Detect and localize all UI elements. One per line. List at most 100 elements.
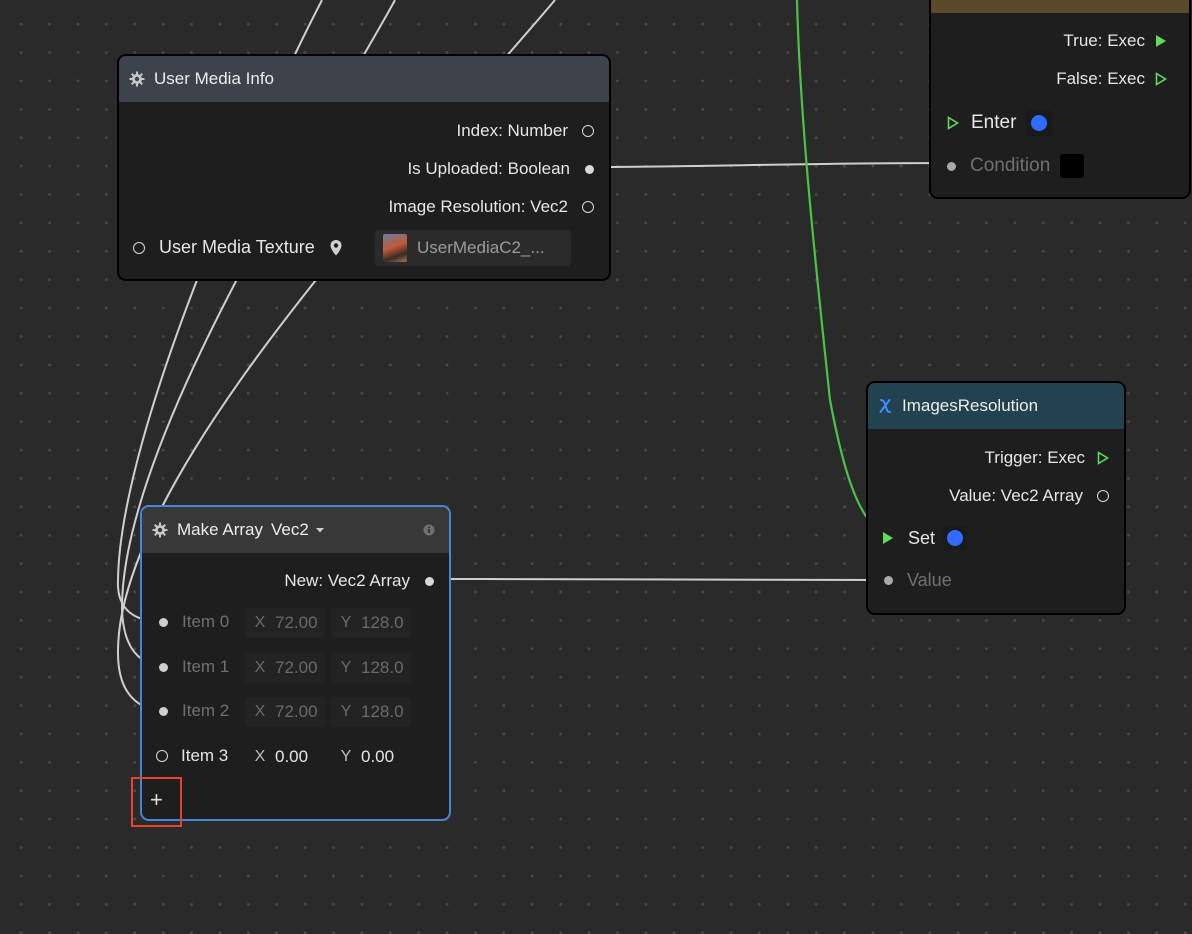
item-1-pin-icon[interactable] bbox=[159, 662, 168, 672]
item-3-x-field[interactable]: X 0.00 bbox=[245, 742, 325, 772]
item-1-x-field[interactable]: X 72.00 bbox=[245, 653, 325, 683]
is-uploaded-output: Is Uploaded: Boolean bbox=[407, 159, 594, 179]
type-dropdown[interactable]: Vec2 bbox=[271, 520, 325, 540]
info-icon[interactable] bbox=[423, 524, 435, 536]
exec-out-hollow-icon[interactable] bbox=[1155, 72, 1167, 86]
set-toggle[interactable] bbox=[943, 526, 968, 550]
item-0-input: Item 0 bbox=[159, 612, 229, 632]
image-resolution-output-pin-icon[interactable] bbox=[582, 201, 594, 213]
chevron-down-icon bbox=[315, 528, 324, 533]
item-3-label: Item 3 bbox=[181, 746, 229, 765]
item-3-input: Item 3 bbox=[156, 746, 228, 766]
make-array-title: Make Array bbox=[177, 520, 263, 539]
item-1-input: Item 1 bbox=[159, 657, 229, 677]
set-input: Set bbox=[882, 526, 968, 550]
image-resolution-output-label: Image Resolution: Vec2 bbox=[388, 197, 568, 216]
item-0-pin-icon[interactable] bbox=[159, 617, 168, 627]
type-dropdown-value: Vec2 bbox=[270, 520, 309, 539]
item-0-y-value: 128.0 bbox=[361, 613, 404, 632]
item-2-pin-icon[interactable] bbox=[159, 706, 168, 716]
y-axis-label: Y bbox=[340, 614, 352, 631]
x-axis-label: X bbox=[254, 614, 266, 631]
texture-value: UserMediaC2_... bbox=[417, 238, 545, 257]
item-2-input: Item 2 bbox=[159, 701, 229, 721]
blue-dot-icon bbox=[1031, 115, 1048, 131]
y-axis-label: Y bbox=[340, 703, 352, 720]
index-output: Index: Number bbox=[456, 121, 594, 141]
trigger-exec-label: Trigger: Exec bbox=[984, 448, 1085, 467]
blue-dot-icon bbox=[947, 530, 964, 546]
item-2-label: Item 2 bbox=[182, 701, 230, 720]
user-media-texture-label: User Media Texture bbox=[159, 237, 315, 257]
enter-label: Enter bbox=[971, 112, 1017, 133]
condition-input: Condition bbox=[947, 154, 1085, 178]
item-3-x-value: 0.00 bbox=[275, 747, 309, 766]
item-2-y-field[interactable]: Y 128.0 bbox=[331, 697, 411, 727]
images-resolution-title: ImagesResolution bbox=[902, 396, 1039, 415]
condition-checkbox[interactable] bbox=[1060, 154, 1085, 178]
texture-picker[interactable]: UserMediaC2_... bbox=[375, 230, 571, 266]
item-2-y-value: 128.0 bbox=[361, 702, 404, 721]
make-array-header: Make Array Vec2 bbox=[142, 507, 449, 553]
user-media-info-header: User Media Info bbox=[119, 56, 609, 102]
user-media-info-node[interactable]: User Media Info Index: Number Is Uploade… bbox=[117, 54, 611, 281]
enter-toggle[interactable] bbox=[1026, 110, 1053, 136]
is-uploaded-output-pin-icon[interactable] bbox=[585, 164, 594, 174]
true-exec-output: True: Exec bbox=[1063, 31, 1167, 51]
is-uploaded-output-label: Is Uploaded: Boolean bbox=[407, 159, 570, 178]
item-1-label: Item 1 bbox=[182, 657, 230, 676]
images-resolution-node[interactable]: ImagesResolution Trigger: Exec Value: Ve… bbox=[866, 381, 1126, 615]
false-exec-label: False: Exec bbox=[1056, 69, 1145, 88]
branch-node[interactable]: True: Exec False: Exec Enter Condition bbox=[929, 0, 1191, 199]
false-exec-output: False: Exec bbox=[1056, 69, 1167, 89]
item-2-x-field[interactable]: X 72.00 bbox=[245, 697, 325, 727]
value-array-label: Value: Vec2 Array bbox=[949, 486, 1083, 505]
item-2-x-value: 72.00 bbox=[275, 702, 318, 721]
exec-out-filled-icon[interactable] bbox=[1155, 34, 1167, 48]
item-0-label: Item 0 bbox=[182, 612, 230, 631]
y-axis-label: Y bbox=[340, 748, 352, 765]
value-input-label: Value bbox=[907, 570, 952, 590]
exec-in-hollow-icon[interactable] bbox=[947, 116, 959, 130]
gear-icon bbox=[152, 522, 168, 538]
gear-icon bbox=[129, 71, 145, 87]
item-3-pin-icon[interactable] bbox=[156, 750, 168, 762]
variable-icon bbox=[879, 399, 891, 413]
user-media-info-title: User Media Info bbox=[154, 69, 274, 88]
image-resolution-output: Image Resolution: Vec2 bbox=[388, 197, 594, 217]
new-array-output-label: New: Vec2 Array bbox=[284, 571, 410, 590]
trigger-exec-output: Trigger: Exec bbox=[985, 448, 1109, 468]
condition-pin-icon[interactable] bbox=[947, 161, 956, 171]
item-0-y-field[interactable]: Y 128.0 bbox=[331, 608, 411, 638]
y-axis-label: Y bbox=[340, 659, 352, 676]
new-array-output: New: Vec2 Array bbox=[284, 571, 434, 591]
item-1-y-field[interactable]: Y 128.0 bbox=[331, 653, 411, 683]
index-output-pin-icon[interactable] bbox=[582, 125, 594, 137]
make-array-node[interactable]: Make Array Vec2 New: Vec2 Array Item 0 X… bbox=[140, 505, 451, 821]
true-exec-label: True: Exec bbox=[1063, 31, 1145, 50]
exec-out-hollow-icon[interactable] bbox=[1097, 451, 1109, 465]
enter-input: Enter bbox=[947, 110, 1053, 136]
item-0-x-field[interactable]: X 72.00 bbox=[245, 608, 325, 638]
location-pin-icon[interactable] bbox=[329, 239, 343, 257]
texture-input-pin-icon[interactable] bbox=[133, 241, 145, 254]
x-axis-label: X bbox=[254, 703, 266, 720]
item-1-y-value: 128.0 bbox=[361, 658, 404, 677]
item-3-y-value: 0.00 bbox=[361, 747, 395, 766]
set-label: Set bbox=[908, 527, 936, 548]
images-resolution-header: ImagesResolution bbox=[868, 383, 1124, 429]
index-output-label: Index: Number bbox=[456, 121, 569, 140]
value-array-pin-icon[interactable] bbox=[1097, 490, 1109, 502]
item-0-x-value: 72.00 bbox=[275, 613, 318, 632]
texture-thumbnail bbox=[383, 234, 407, 262]
new-array-output-pin-icon[interactable] bbox=[425, 576, 434, 586]
add-item-button[interactable]: + bbox=[150, 789, 163, 811]
value-array-output: Value: Vec2 Array bbox=[949, 486, 1109, 506]
x-axis-label: X bbox=[254, 659, 266, 676]
exec-in-filled-icon[interactable] bbox=[882, 531, 894, 545]
value-input-pin-icon[interactable] bbox=[884, 576, 893, 585]
branch-node-header bbox=[931, 0, 1189, 13]
condition-label: Condition bbox=[970, 155, 1051, 176]
item-3-y-field[interactable]: Y 0.00 bbox=[331, 742, 411, 772]
user-media-texture-input: User Media Texture bbox=[133, 237, 343, 258]
